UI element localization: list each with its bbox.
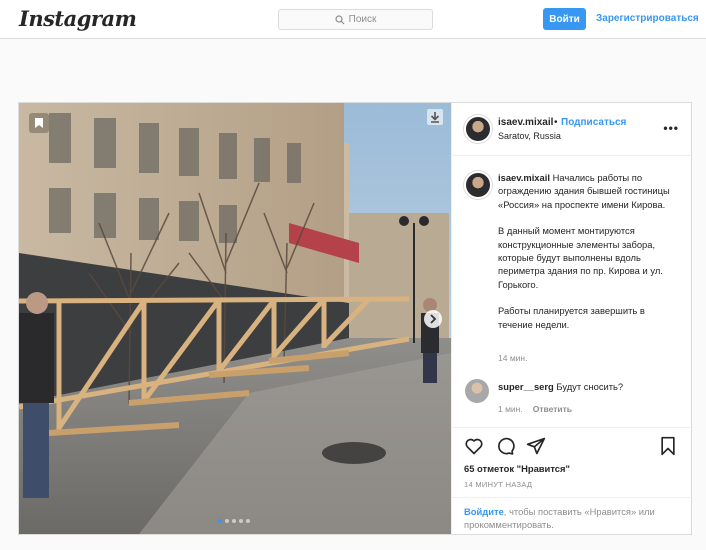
reply-button[interactable]: Ответить [533, 404, 572, 414]
post-caption: isaev.mixail Начались работы по огражден… [498, 171, 676, 344]
signup-link[interactable]: Зарегистрироваться [596, 13, 699, 24]
comment-text: Будут сносить? [556, 381, 624, 392]
author-avatar[interactable] [464, 115, 492, 143]
commenter-avatar[interactable] [465, 379, 489, 403]
search-icon [335, 14, 345, 24]
chevron-right-icon [430, 314, 437, 324]
search-input[interactable]: Поиск [278, 9, 433, 30]
comment-meta: 1 мин. Ответить [498, 404, 572, 414]
comment: super__serg Будут сносить? [498, 381, 623, 392]
login-prompt: Войдите, чтобы поставить «Нравится» или … [452, 497, 690, 539]
post-card: isaev.mixail • Подписаться Saratov, Russ… [18, 102, 692, 535]
next-slide-button[interactable] [424, 310, 442, 328]
comment-icon[interactable] [495, 436, 515, 456]
carousel-dot [239, 519, 243, 523]
carousel-indicator [218, 519, 250, 523]
download-icon [427, 109, 443, 125]
follow-button[interactable]: Подписаться [561, 117, 626, 128]
download-button[interactable] [427, 109, 443, 125]
bookmark-icon [35, 118, 43, 128]
caption-username[interactable]: isaev.mixail [498, 172, 550, 183]
carousel-dot [225, 519, 229, 523]
author-username[interactable]: isaev.mixail [498, 117, 553, 128]
posted-time[interactable]: 14 МИНУТ НАЗАД [464, 480, 532, 489]
post-actions: 65 отметок "Нравится" 14 МИНУТ НАЗАД Вой… [452, 427, 690, 534]
street-scene-image [19, 103, 451, 534]
more-options-icon[interactable]: ••• [663, 121, 679, 135]
caption-time[interactable]: 14 мин. [498, 353, 527, 363]
search-placeholder: Поиск [348, 14, 377, 25]
post-header: isaev.mixail • Подписаться Saratov, Russ… [452, 103, 691, 156]
post-photo[interactable] [19, 103, 451, 534]
action-icons [464, 436, 546, 456]
login-link[interactable]: Войдите [464, 506, 504, 517]
carousel-dot [246, 519, 250, 523]
save-to-collection-button[interactable] [29, 113, 49, 133]
caption-paragraph-2: В данный момент монтируются конструкцион… [498, 225, 663, 290]
post-location[interactable]: Saratov, Russia [498, 131, 561, 141]
carousel-dot [232, 519, 236, 523]
post-details-panel: isaev.mixail • Подписаться Saratov, Russ… [451, 103, 691, 534]
caption-author-avatar[interactable] [464, 171, 492, 199]
instagram-logo[interactable]: Instagram [19, 6, 137, 31]
top-navigation-bar: Instagram Поиск Войти Зарегистрироваться [0, 0, 706, 39]
login-button[interactable]: Войти [543, 8, 586, 30]
separator-dot: • [554, 117, 558, 128]
heart-icon[interactable] [464, 436, 484, 456]
comments-section: isaev.mixail Начались работы по огражден… [452, 157, 690, 427]
commenter-username[interactable]: super__serg [498, 381, 554, 392]
carousel-dot [218, 519, 222, 523]
likes-count[interactable]: 65 отметок "Нравится" [464, 463, 570, 474]
caption-paragraph-3: Работы планируется завершить в течение н… [498, 305, 645, 330]
share-icon[interactable] [526, 436, 546, 456]
save-icon[interactable] [658, 436, 678, 456]
comment-time[interactable]: 1 мин. [498, 404, 523, 414]
